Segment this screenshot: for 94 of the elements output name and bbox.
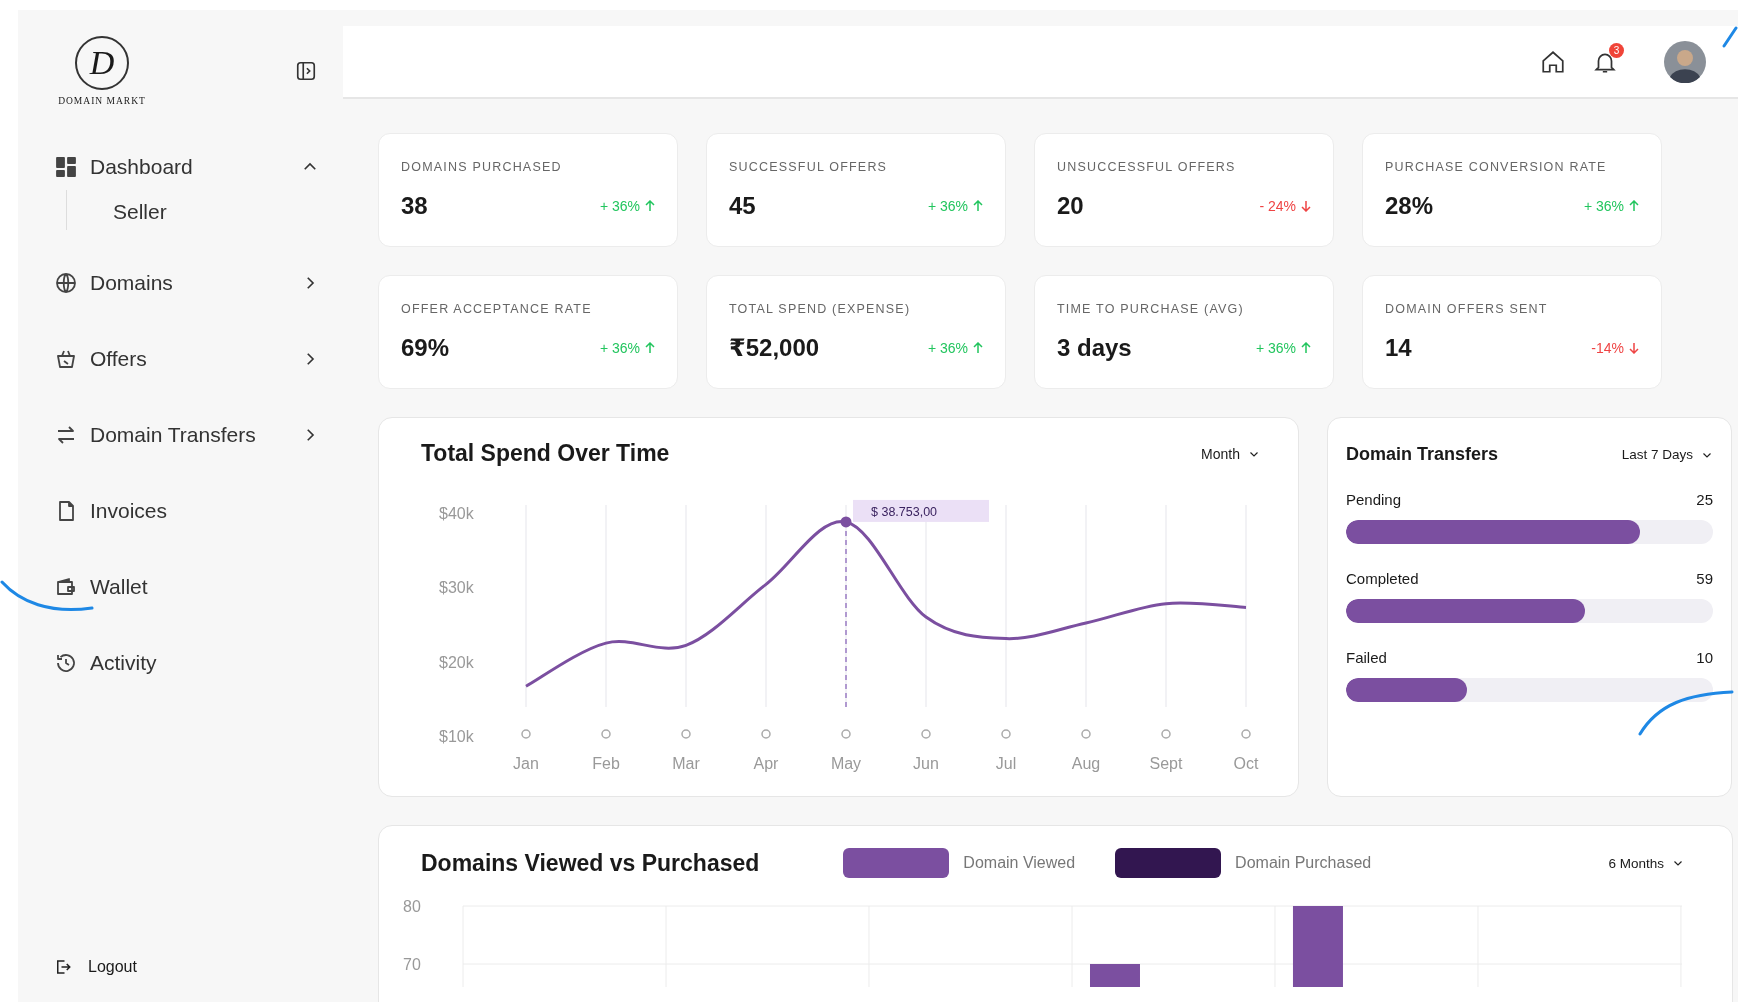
period-dropdown[interactable]: Month [1201,445,1260,462]
stat-value: ₹52,000 [729,334,820,362]
axis-label: $20k [439,653,474,671]
month-marker-icon [521,729,531,739]
stat-value: 38 [401,192,428,220]
stat-label: DOMAIN OFFERS SENT [1385,302,1549,316]
menu-icon [54,155,78,179]
data-point [840,516,852,528]
axis-label: May [830,755,862,772]
status-count: 10 [1696,649,1713,666]
axis-label: $10k [439,728,474,745]
stat-change: + 36% [927,198,983,214]
month-marker-icon [761,729,771,739]
stat-label: TIME TO PURCHASE (AVG) [1057,302,1245,316]
legend-label: Domain Viewed [963,854,1076,872]
status-count: 59 [1696,570,1713,587]
trend-arrow-icon [1301,200,1311,212]
status-label: Pending [1346,491,1402,508]
stat-change: + 36% [599,340,655,356]
trend-arrow-icon [645,200,655,212]
month-marker-icon [1161,729,1171,739]
stat-label: OFFER ACCEPTANCE RATE [401,302,593,316]
axis-label: $40k [439,505,474,522]
stat-value: 45 [729,192,756,220]
stat-change: -14% [1591,340,1639,356]
chart-title: Total Spend Over Time [421,440,670,467]
stat-value: 20 [1057,192,1084,220]
stat-label: PURCHASE CONVERSION RATE [1385,160,1608,174]
stat-label: TOTAL SPEND (EXPENSE) [729,302,912,316]
trend-arrow-icon [1629,342,1639,354]
axis-label: Oct [1233,755,1259,772]
axis-label: Jan [513,755,539,772]
menu-item[interactable]: Invoices [18,488,343,534]
axis-label: 80 [403,898,421,915]
period-dropdown[interactable]: 6 Months [1608,855,1684,871]
logout-link[interactable]: Logout [18,958,343,976]
axis-label: Jun [913,755,939,772]
logo-mark: D [75,36,129,90]
stat-value: 69% [401,334,450,362]
stat-label: DOMAINS PURCHASED [401,160,563,174]
submenu-item[interactable]: Seller [113,200,343,224]
avatar[interactable] [1664,40,1706,83]
axis-label: Sept [1149,755,1183,772]
stat-change: + 36% [599,198,655,214]
trend-arrow-icon [1629,200,1639,212]
month-marker-icon [1001,729,1011,739]
axis-label: Mar [672,755,700,772]
card-title: Domain Transfers [1346,444,1499,465]
menu-icon [54,271,78,295]
period-dropdown[interactable]: Last 7 Days [1621,447,1713,462]
stat-change: + 36% [1255,340,1311,356]
axis-label: $30k [439,579,474,597]
axis-label: Jul [995,755,1017,772]
status-label: Failed [1346,649,1387,666]
trend-arrow-icon [973,200,983,212]
stat-change: - 24% [1259,198,1311,214]
status-label: Completed [1346,570,1419,587]
status-count: 25 [1696,491,1713,508]
menu-item[interactable]: Domain Transfers [18,412,343,458]
chart-title: Domains Viewed vs Purchased [421,849,760,877]
stat-label: UNSUCCESSFUL OFFERS [1057,160,1237,174]
month-marker-icon [601,729,611,739]
tooltip-value: $ 38.753,00 [871,504,938,519]
menu-item[interactable]: Dashboard [18,144,343,190]
axis-label: 70 [403,956,421,973]
stat-change: + 36% [1583,198,1639,214]
stat-change: + 36% [927,340,983,356]
axis-label: Feb [592,755,620,772]
logout-icon [54,958,72,976]
stat-label: SUCCESSFUL OFFERS [729,160,889,174]
stat-value: 3 days [1057,334,1132,362]
legend-label: Domain Purchased [1235,854,1372,872]
menu-item[interactable]: Domains [18,260,343,306]
menu-item[interactable]: Wallet [18,564,343,610]
stat-value: 28% [1385,192,1434,220]
trend-arrow-icon [973,342,983,354]
bar [1090,964,1140,988]
axis-label: Apr [753,755,779,772]
stat-value: 14 [1385,334,1412,362]
annotation-stroke [1722,26,1738,48]
menu-item[interactable]: Offers [18,336,343,382]
sidebar-toggle-icon[interactable] [295,60,317,82]
menu-icon [54,651,78,675]
month-marker-icon [1081,729,1091,739]
month-marker-icon [921,729,931,739]
month-marker-icon [681,729,691,739]
notification-badge: 3 [1609,42,1624,58]
axis-label: Aug [1071,755,1101,772]
trend-arrow-icon [1301,342,1311,354]
month-marker-icon [841,729,851,739]
trend-arrow-icon [645,342,655,354]
brand-name: DOMAIN MARKT [58,96,146,106]
menu-item[interactable]: Activity [18,640,343,686]
month-marker-icon [1241,729,1251,739]
